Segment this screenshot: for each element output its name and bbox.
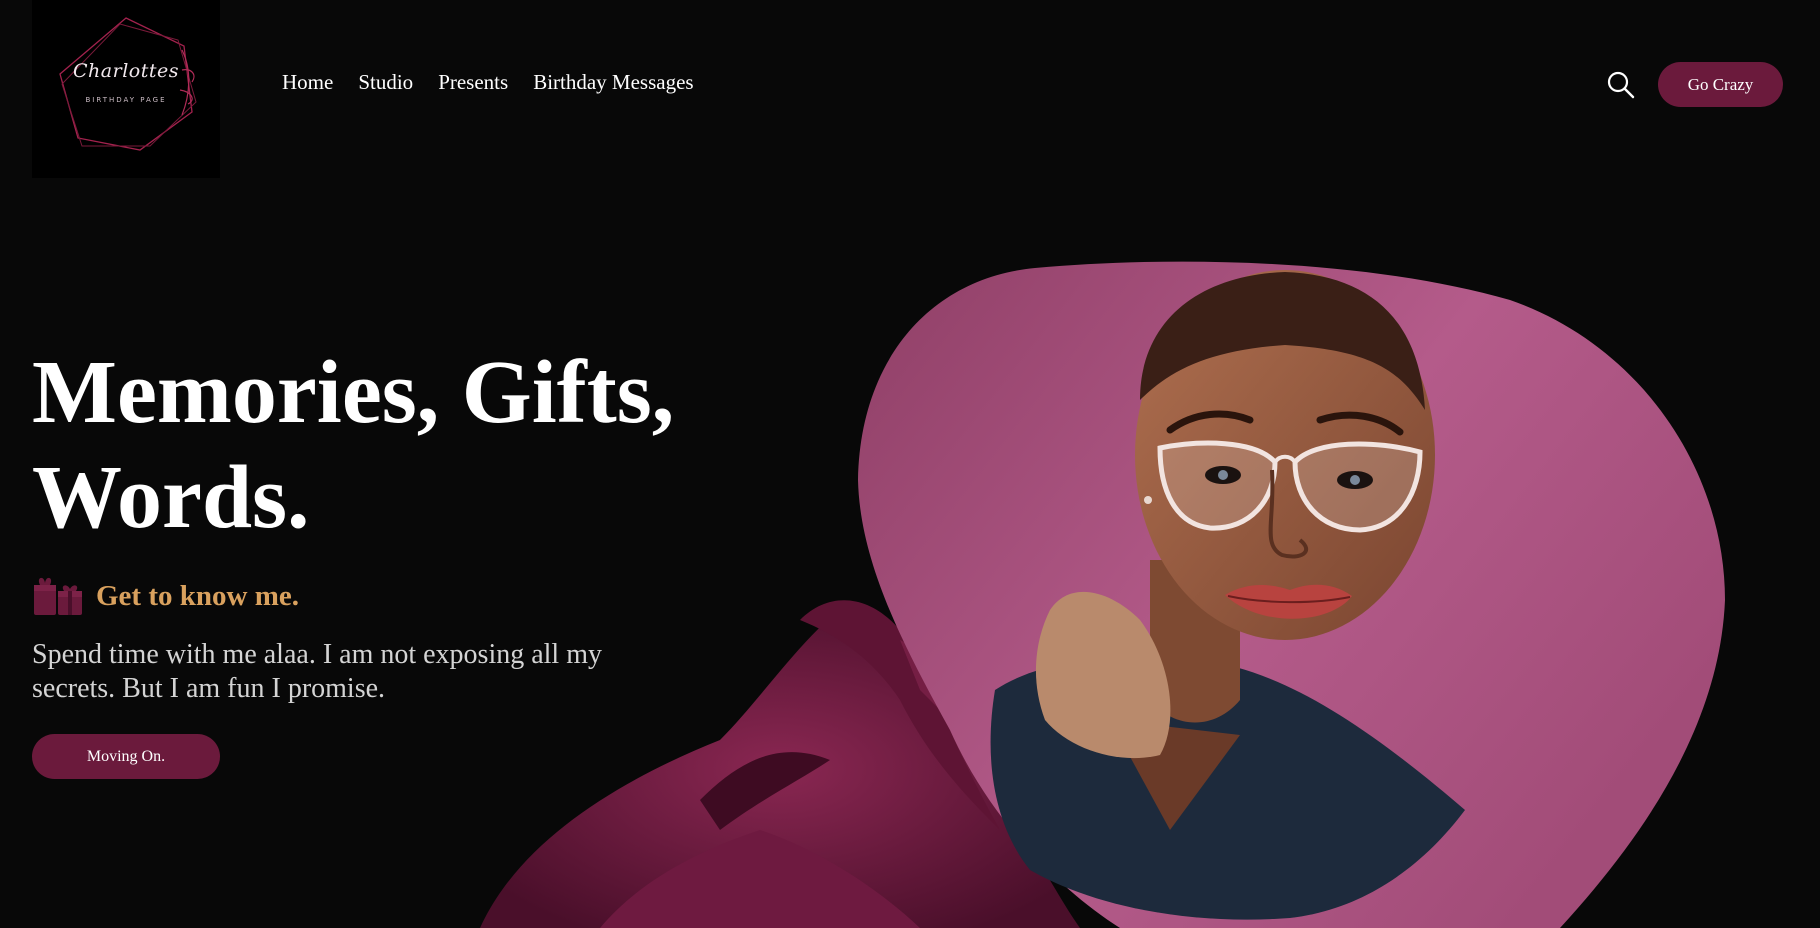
nav-item-presents[interactable]: Presents [438, 70, 508, 95]
main-nav: Home Studio Presents Birthday Messages [282, 70, 694, 95]
page: Charlottes BIRTHDAY PAGE Home Studio Pre… [0, 0, 1820, 928]
hero-title: Memories, Gifts, Words. [32, 340, 752, 550]
logo-subtitle: BIRTHDAY PAGE [85, 96, 167, 104]
hero-description: Spend time with me alaa. I am not exposi… [32, 639, 602, 704]
hero-title-line2: Words. [32, 448, 310, 547]
nav-item-home[interactable]: Home [282, 70, 333, 95]
search-icon [1607, 71, 1635, 99]
go-crazy-button[interactable]: Go Crazy [1658, 62, 1783, 107]
nav-item-birthday-messages[interactable]: Birthday Messages [533, 70, 693, 95]
search-button[interactable] [1606, 70, 1636, 100]
subhead-text: Get to know me. [96, 579, 299, 612]
moving-on-button[interactable]: Moving On. [32, 734, 220, 779]
hero-title-line1: Memories, Gifts, [32, 343, 675, 442]
site-logo[interactable]: Charlottes BIRTHDAY PAGE [32, 0, 220, 178]
subhead: Get to know me. [32, 575, 299, 617]
logo-title: Charlottes [73, 60, 179, 82]
nav-item-studio[interactable]: Studio [358, 70, 413, 95]
gift-icon [34, 577, 82, 615]
hexagon-logo-icon [59, 17, 197, 151]
